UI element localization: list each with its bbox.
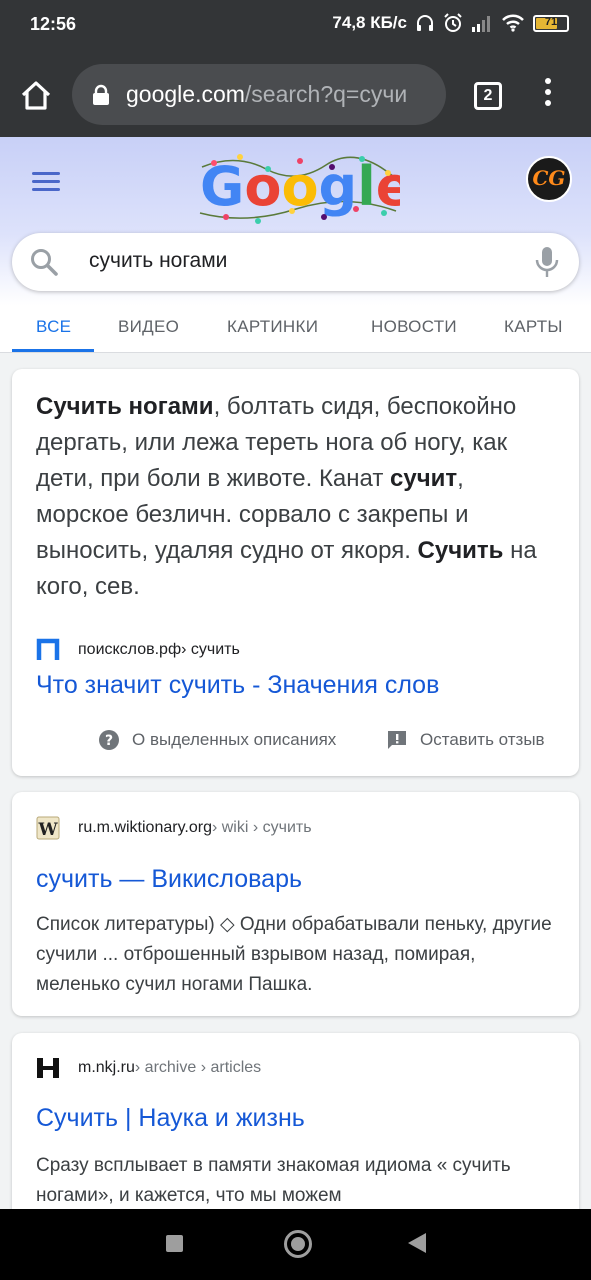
source-site: поискслов.рф [78, 641, 182, 658]
status-time: 12:56 [30, 14, 77, 34]
wifi-icon [502, 14, 524, 32]
source-path: › сучить [181, 641, 240, 658]
result-title-link[interactable]: Сучить | Наука и жизнь [36, 1104, 305, 1133]
doodle-letter: G [200, 155, 244, 218]
microphone-icon[interactable] [535, 246, 559, 278]
more-vert-icon[interactable] [538, 78, 558, 112]
result-title-link[interactable]: сучить — Викисловарь [36, 865, 302, 894]
battery-icon: 71 [533, 14, 569, 32]
google-header: Google CG сучить ногами ВСЕ ВИДЕО КАРТИН… [0, 137, 591, 353]
status-bar: 12:56 74,8 КБ/с 71 [0, 0, 591, 52]
status-icons: 74,8 КБ/с 71 [332, 13, 569, 33]
search-box[interactable]: сучить ногами [12, 233, 579, 291]
snippet-bold: Сучить ногами [36, 393, 214, 420]
snippet-bold: сучит [390, 465, 458, 492]
search-icon[interactable] [29, 247, 59, 277]
recents-button[interactable] [166, 1235, 183, 1252]
snippet-title-link[interactable]: Что значит сучить - Значения слов [36, 671, 439, 700]
help-icon: ? [99, 730, 119, 750]
feedback-icon [388, 731, 406, 749]
result-description: Сразу всплывает в памяти знакомая идиома… [36, 1155, 511, 1206]
alarm-icon [444, 13, 462, 32]
svg-text:Google: Google [200, 155, 400, 218]
tab-count: 2 [483, 87, 493, 104]
result-path: › archive › articles [134, 1059, 262, 1076]
address-bar[interactable]: google.com/search?q=сучи [72, 64, 446, 125]
result-path: › wiki › сучить [211, 819, 312, 836]
search-tabs: ВСЕ ВИДЕО КАРТИНКИ НОВОСТИ КАРТЫ [0, 307, 591, 353]
tab-all[interactable]: ВСЕ [36, 317, 71, 337]
url-path: /search?q=сучи [244, 81, 408, 107]
hamburger-menu-icon[interactable] [32, 172, 60, 192]
header-divider [0, 352, 591, 353]
url-host: google.com [126, 81, 245, 107]
snippet-source[interactable]: поискслов.рф › сучить [36, 638, 240, 662]
svg-text:W: W [37, 820, 58, 840]
search-result: W ru.m.wiktionary.org › wiki › сучить су… [12, 792, 579, 1016]
home-icon[interactable] [18, 78, 54, 114]
tabs-icon[interactable]: 2 [474, 82, 502, 110]
result-site: ru.m.wiktionary.org [78, 819, 212, 836]
snippet-bold: Сучить [417, 537, 504, 564]
lock-icon [93, 84, 109, 105]
home-button[interactable] [284, 1230, 312, 1258]
tab-maps[interactable]: КАРТЫ [504, 317, 563, 337]
signal-icon [472, 16, 490, 32]
account-avatar[interactable]: CG [526, 156, 572, 202]
tab-video[interactable]: ВИДЕО [118, 317, 179, 337]
wikipedia-w-icon: W [36, 816, 60, 840]
search-result: m.nkj.ru › archive › articles Сучить | Н… [12, 1033, 579, 1233]
tab-news[interactable]: НОВОСТИ [371, 317, 457, 337]
result-source[interactable]: m.nkj.ru › archive › articles [36, 1056, 261, 1080]
headphones-icon [417, 15, 433, 31]
url-text: google.com/search?q=сучи [126, 81, 432, 108]
about-snippets-link[interactable]: ? О выделенных описаниях [98, 728, 336, 752]
feedback-link[interactable]: Оставить отзыв [386, 728, 545, 752]
avatar-initials: CG [532, 166, 566, 190]
poiskslov-favicon-icon [36, 638, 60, 660]
feedback-label: Оставить отзыв [420, 730, 545, 749]
result-source[interactable]: W ru.m.wiktionary.org › wiki › сучить [36, 816, 312, 840]
about-snippets-label: О выделенных описаниях [132, 730, 337, 749]
browser-toolbar: google.com/search?q=сучи 2 [0, 52, 591, 137]
tab-images[interactable]: КАРТИНКИ [227, 317, 318, 337]
result-description: Список литературы) ◇ Одни обрабатывали п… [36, 914, 552, 995]
android-nav-bar [0, 1209, 591, 1280]
snippet-text: Сучить ногами, болтать сидя, беспокойно … [36, 389, 556, 605]
network-speed: 74,8 КБ/с [332, 13, 407, 32]
featured-snippet-card: Сучить ногами, болтать сидя, беспокойно … [12, 369, 579, 776]
svg-text:?: ? [105, 733, 113, 749]
back-button[interactable] [408, 1233, 426, 1253]
nkj-h-icon [37, 1058, 59, 1078]
result-site: m.nkj.ru [78, 1059, 135, 1076]
google-doodle-logo[interactable]: Google [196, 147, 400, 227]
battery-level: 71 [544, 15, 558, 28]
search-input[interactable]: сучить ногами [89, 249, 227, 273]
